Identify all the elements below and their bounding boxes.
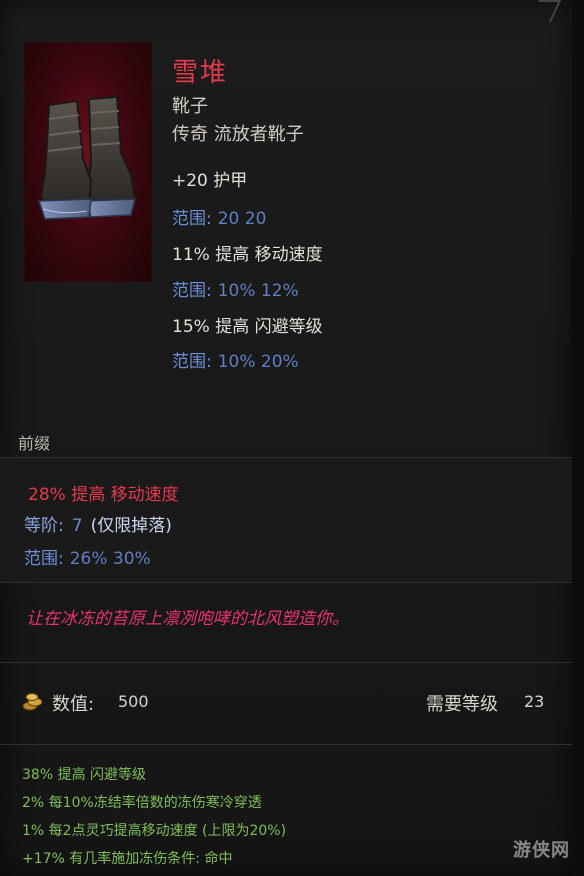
divider [0,744,572,745]
implicit-line: 38% 提高 闪避等级 [22,767,147,783]
implicit-line: +17% 有几率施加冻伤条件: 命中 [22,851,233,867]
item-rarity: 传奇 流放者靴子 [172,124,304,145]
range-values: 10% 20% [217,352,299,372]
stat-range: 范围: 20 20 [172,204,266,229]
range-values: 26% 30% [69,549,151,569]
boots-icon [37,95,137,220]
stat-line: 15% 提高 闪避等级 [172,317,323,337]
coin-icon [22,693,43,711]
required-level: 23 [524,692,545,711]
implicit-line: 1% 每2点灵巧提高移动速度 (上限为20%) [22,823,287,839]
flavor-text: 让在冰冻的苔原上凛冽咆哮的北风塑造你。 [26,609,349,629]
item-portrait [24,42,152,282]
divider [0,582,572,583]
value-label: 数值: [52,694,95,715]
range-values: 10% 12% [217,281,299,301]
prefix-range: 范围: 26% 30% [24,544,151,569]
corner-decoration [528,0,562,22]
divider [0,662,572,663]
stat-range: 范围: 10% 20% [172,347,299,372]
implicit-line: 2% 每10%冻结率倍数的冻伤寒冷穿透 [22,795,262,811]
range-label: 范围: [172,352,212,372]
prefix-affix: 28% 提高 移动速度 [28,485,179,505]
range-label: 范围: [172,209,212,229]
range-label: 范围: [24,549,64,569]
stat-line: 11% 提高 移动速度 [172,245,323,265]
range-values: 20 20 [217,209,267,229]
watermark: 游侠网 [513,840,570,861]
prefix-section-label: 前缀 [18,434,51,453]
tier-note: (仅限掉落) [90,516,172,536]
prefix-tier: 等阶: 7 (仅限掉落) [24,511,172,536]
item-tooltip-panel: 雪堆 靴子 传奇 流放者靴子 +20 护甲 范围: 20 20 11% 提高 移动… [0,0,574,876]
stat-line: +20 护甲 [172,171,248,191]
tier-label: 等阶: [24,516,64,536]
panel-edge [572,0,584,876]
item-name: 雪堆 [172,58,229,88]
item-type: 靴子 [172,96,208,117]
required-level-label: 需要等级 [426,694,498,715]
range-label: 范围: [172,281,212,301]
value-amount: 500 [118,692,149,711]
tier-value: 7 [71,516,83,536]
stat-range: 范围: 10% 12% [172,276,299,301]
